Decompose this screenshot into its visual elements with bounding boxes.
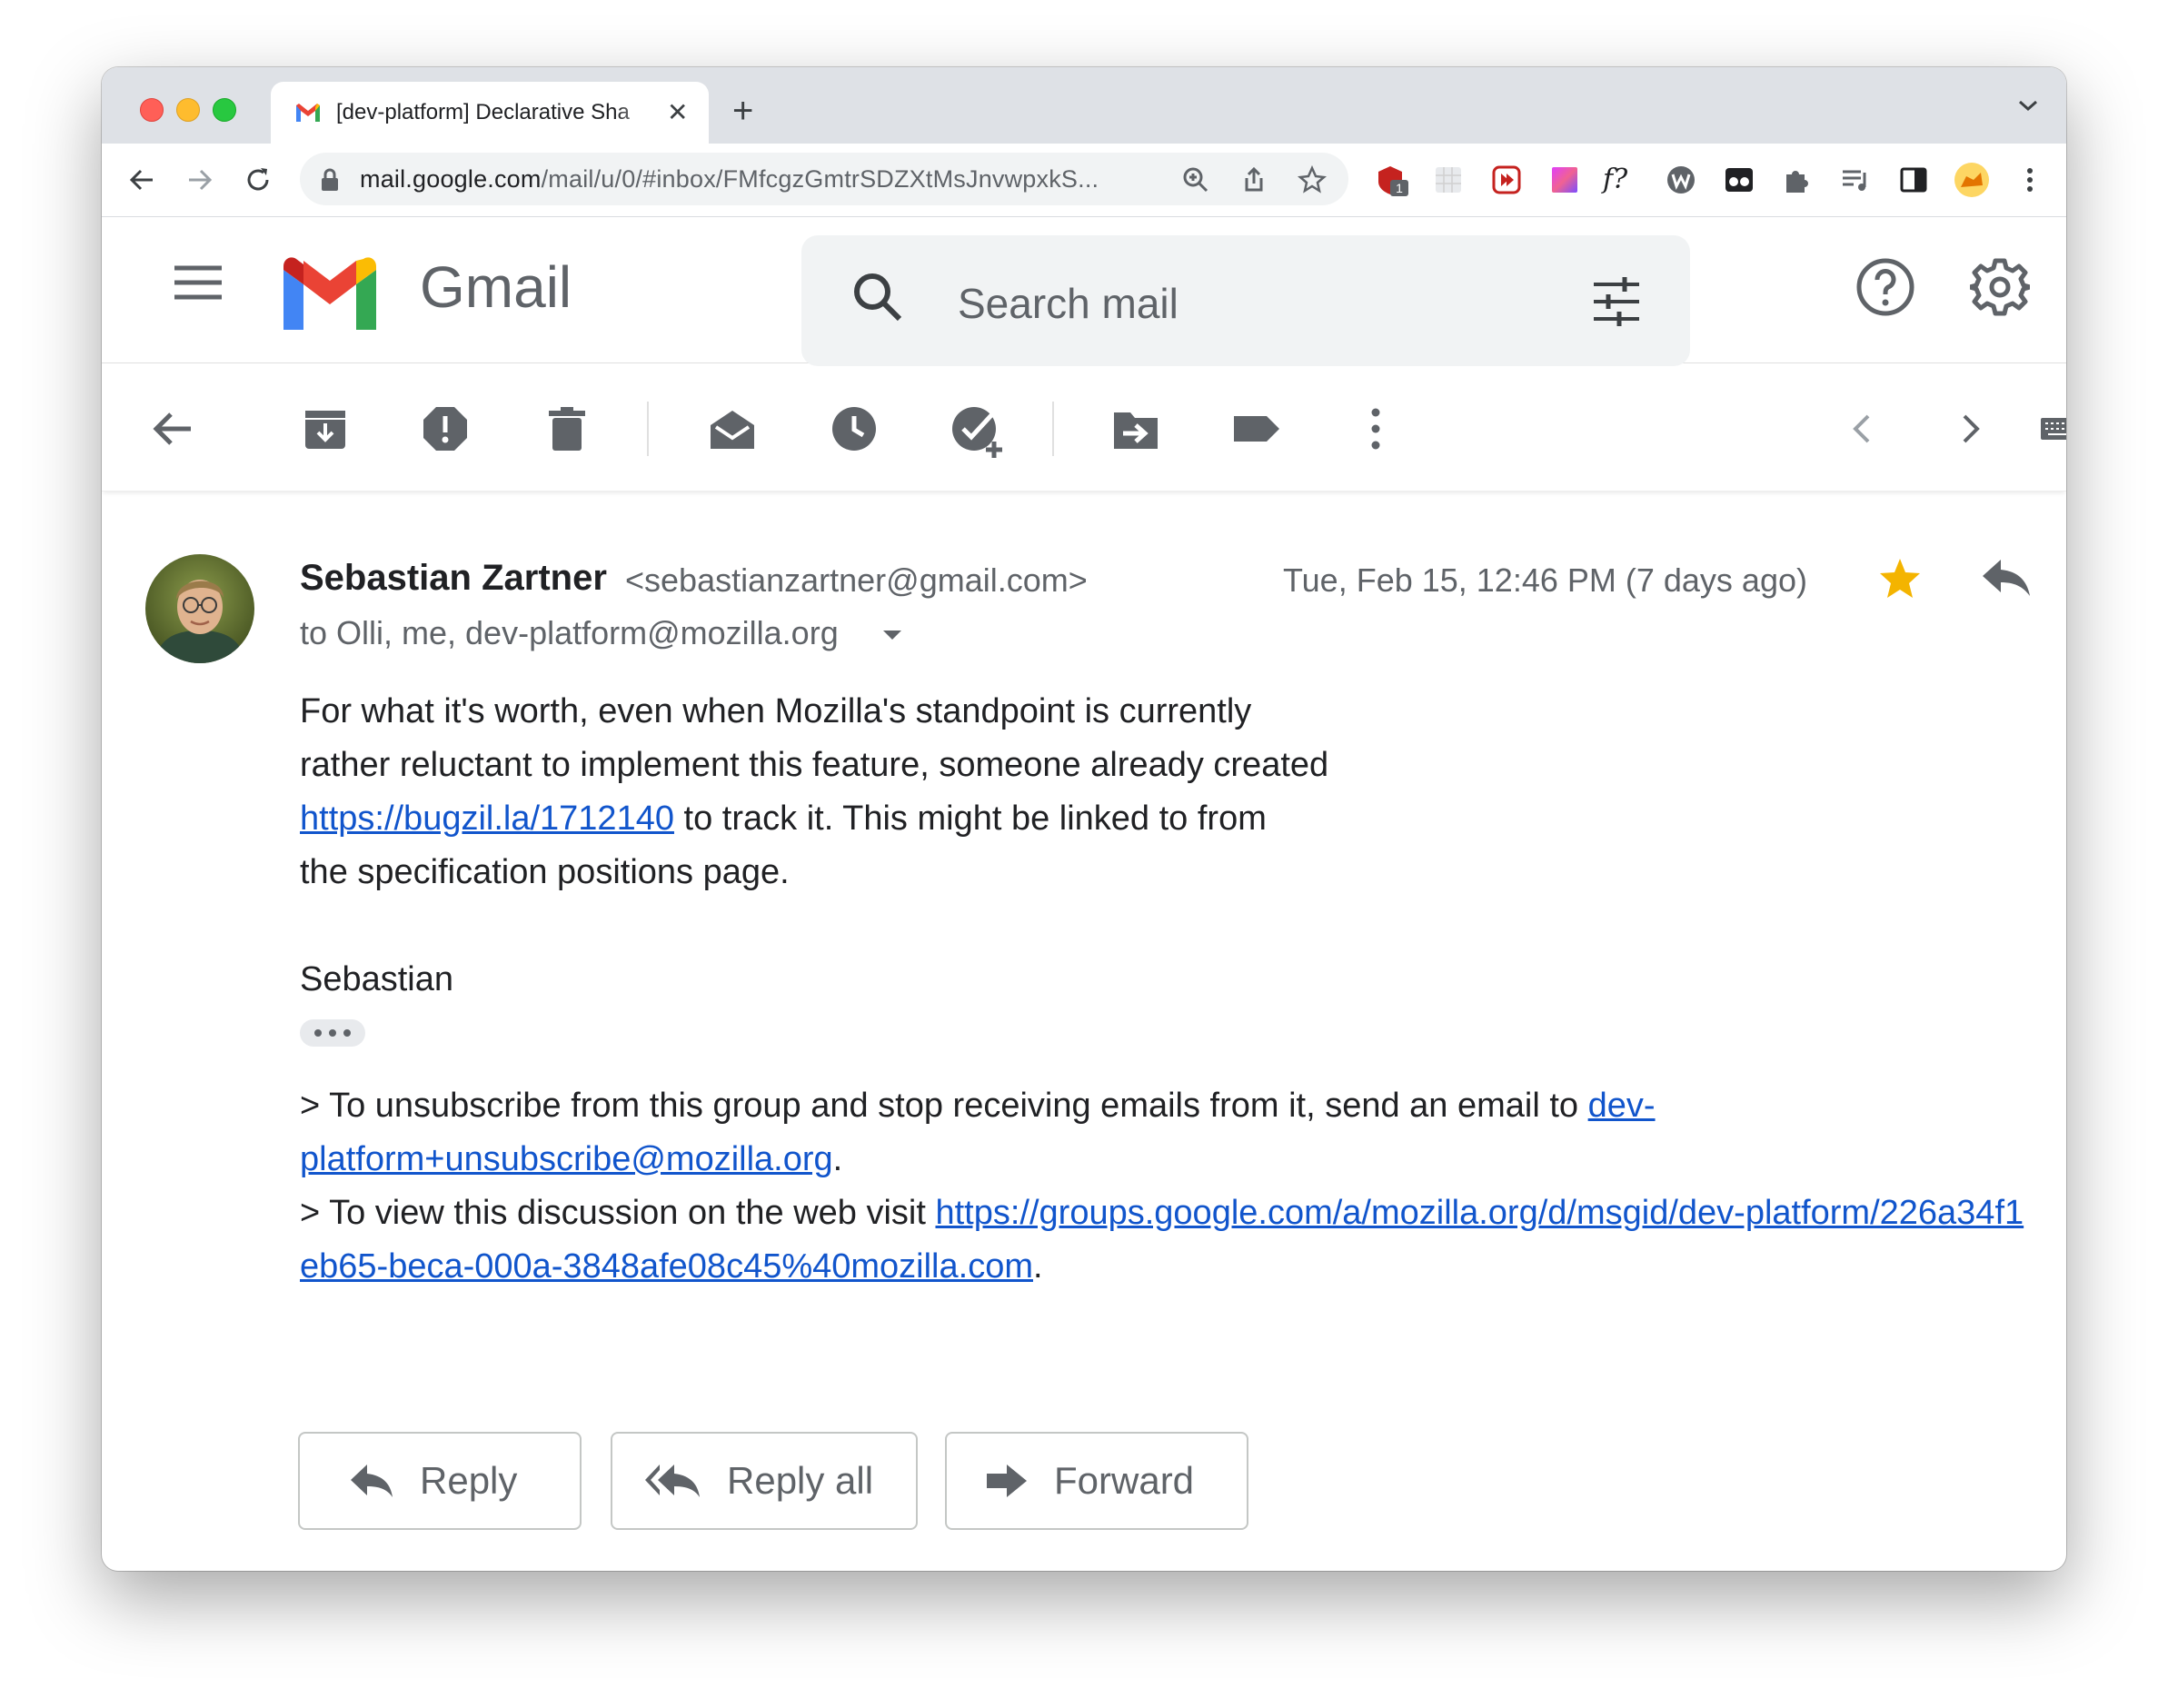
- body-line: For what it's worth, even when Mozilla's…: [300, 692, 1252, 730]
- message-date: Tue, Feb 15, 12:46 PM (7 days ago): [1283, 561, 1807, 599]
- move-to-icon[interactable]: [1112, 405, 1159, 452]
- bugzilla-link[interactable]: https://bugzil.la/1712140: [300, 799, 674, 838]
- reply-button[interactable]: Reply: [298, 1432, 582, 1530]
- show-trimmed-content-button[interactable]: [300, 1019, 365, 1047]
- newer-chevron-left-icon[interactable]: [1839, 405, 1886, 452]
- settings-gear-icon[interactable]: [1970, 257, 2030, 317]
- minimize-window-button[interactable]: [176, 98, 200, 122]
- reply-all-button-label: Reply all: [727, 1459, 874, 1502]
- new-tab-button[interactable]: +: [732, 93, 753, 129]
- recipients-line: to Olli, me, dev-platform@mozilla.org: [300, 614, 839, 651]
- input-tools-keyboard-icon[interactable]: [2039, 405, 2066, 452]
- browser-menu-icon[interactable]: [2014, 164, 2046, 196]
- share-icon[interactable]: [1239, 165, 1268, 194]
- message-actions-toolbar: [102, 363, 2066, 492]
- reply-all-arrow-icon: [645, 1463, 701, 1499]
- unsubscribe-link-cont[interactable]: platform+unsubscribe@mozilla.org: [300, 1140, 833, 1178]
- wappalyzer-extension-icon[interactable]: [1665, 164, 1697, 196]
- show-details-caret-icon[interactable]: [881, 629, 903, 641]
- extension-badge: 1: [1390, 180, 1408, 196]
- grid-extension-icon[interactable]: [1432, 164, 1465, 196]
- url-text: mail.google.com/mail/u/0/#inbox/FMfcgzGm…: [360, 165, 1099, 193]
- gmail-favicon-icon: [296, 104, 320, 122]
- forward-button-label: Forward: [1054, 1459, 1195, 1502]
- reply-all-button[interactable]: Reply all: [611, 1432, 918, 1530]
- lock-icon[interactable]: [320, 167, 340, 193]
- body-line: https://bugzil.la/1712140 to track it. T…: [300, 799, 1267, 838]
- body-line: rather reluctant to implement this featu…: [300, 746, 1329, 784]
- mark-unread-icon[interactable]: [709, 405, 756, 452]
- bookmark-star-icon[interactable]: [1298, 165, 1327, 194]
- sender-name[interactable]: Sebastian Zartner: [300, 558, 607, 599]
- gmail-header: Gmail: [102, 217, 2066, 366]
- glasses-extension-icon[interactable]: [1723, 164, 1755, 196]
- maximize-window-button[interactable]: [213, 98, 236, 122]
- search-options-icon[interactable]: [1590, 275, 1643, 328]
- sender-avatar[interactable]: [145, 554, 254, 663]
- sender-photo: [145, 554, 254, 663]
- signature: Sebastian: [300, 960, 454, 998]
- tab-search-chevron-icon[interactable]: [2017, 98, 2039, 113]
- message-body: For what it's worth, even when Mozilla's…: [300, 685, 2066, 1294]
- ublock-extension-icon[interactable]: 1: [1374, 164, 1408, 196]
- back-arrow-icon[interactable]: [125, 164, 158, 196]
- archive-icon[interactable]: [302, 405, 349, 452]
- discussion-link[interactable]: https://groups.google.com/a/mozilla.org/…: [935, 1194, 2024, 1232]
- reload-icon[interactable]: [242, 164, 274, 196]
- color-picker-extension-icon[interactable]: [1548, 164, 1581, 196]
- help-icon[interactable]: [1855, 257, 1915, 317]
- tab-strip: [dev-platform] Declarative Sha ✕ +: [102, 67, 2066, 144]
- search-input[interactable]: [956, 275, 1505, 332]
- forward-button[interactable]: Forward: [945, 1432, 1248, 1530]
- tab-close-icon[interactable]: ✕: [667, 96, 688, 129]
- older-chevron-right-icon[interactable]: [1946, 405, 1994, 452]
- search-bar[interactable]: [801, 235, 1690, 366]
- gmail-wordmark[interactable]: Gmail: [420, 253, 572, 321]
- video-speed-extension-icon[interactable]: [1490, 164, 1523, 196]
- side-panel-icon[interactable]: [1897, 164, 1930, 196]
- discussion-line: > To view this discussion on the web vis…: [300, 1194, 2024, 1232]
- extensions-puzzle-icon[interactable]: [1781, 164, 1814, 196]
- address-bar[interactable]: mail.google.com/mail/u/0/#inbox/FMfcgzGm…: [300, 153, 1348, 205]
- zoom-icon[interactable]: [1181, 165, 1210, 194]
- unsubscribe-line-cont: platform+unsubscribe@mozilla.org.: [300, 1140, 843, 1178]
- forward-arrow-icon: [985, 1463, 1029, 1499]
- browser-tab-active[interactable]: [dev-platform] Declarative Sha ✕: [271, 82, 709, 144]
- discussion-link-cont[interactable]: eb65-beca-000a-3848afe08c45%40mozilla.co…: [300, 1247, 1033, 1286]
- unsubscribe-link[interactable]: dev-: [1588, 1087, 1656, 1125]
- body-line: the specification positions page.: [300, 853, 790, 891]
- label-tag-icon[interactable]: [1232, 405, 1279, 452]
- unsubscribe-line: > To unsubscribe from this group and sto…: [300, 1087, 1656, 1125]
- search-icon[interactable]: [850, 270, 905, 324]
- snooze-clock-icon[interactable]: [830, 405, 878, 452]
- fonts-extension-icon[interactable]: f?: [1603, 164, 1645, 196]
- forward-arrow-icon[interactable]: [184, 164, 216, 196]
- sender-email: <sebastianzartner@gmail.com>: [625, 561, 1088, 599]
- more-options-icon[interactable]: [1352, 405, 1399, 452]
- add-to-tasks-icon[interactable]: [950, 405, 1005, 460]
- report-spam-icon[interactable]: [422, 405, 469, 452]
- tab-title: [dev-platform] Declarative Sha: [336, 100, 630, 124]
- close-window-button[interactable]: [140, 98, 164, 122]
- reply-arrow-icon: [349, 1463, 394, 1499]
- browser-window: [dev-platform] Declarative Sha ✕ + mail.…: [102, 67, 2066, 1571]
- star-icon[interactable]: [1877, 556, 1923, 601]
- main-menu-icon[interactable]: [173, 264, 224, 301]
- reply-icon[interactable]: [1981, 558, 2032, 598]
- reply-button-label: Reply: [420, 1459, 518, 1502]
- back-to-inbox-icon[interactable]: [149, 405, 196, 452]
- profile-avatar-icon[interactable]: [1954, 162, 1990, 198]
- gmail-logo[interactable]: [280, 257, 380, 330]
- browser-toolbar: mail.google.com/mail/u/0/#inbox/FMfcgzGm…: [102, 144, 2066, 217]
- discussion-line-cont: eb65-beca-000a-3848afe08c45%40mozilla.co…: [300, 1247, 1043, 1286]
- delete-trash-icon[interactable]: [543, 405, 591, 452]
- media-queue-icon[interactable]: [1839, 164, 1872, 196]
